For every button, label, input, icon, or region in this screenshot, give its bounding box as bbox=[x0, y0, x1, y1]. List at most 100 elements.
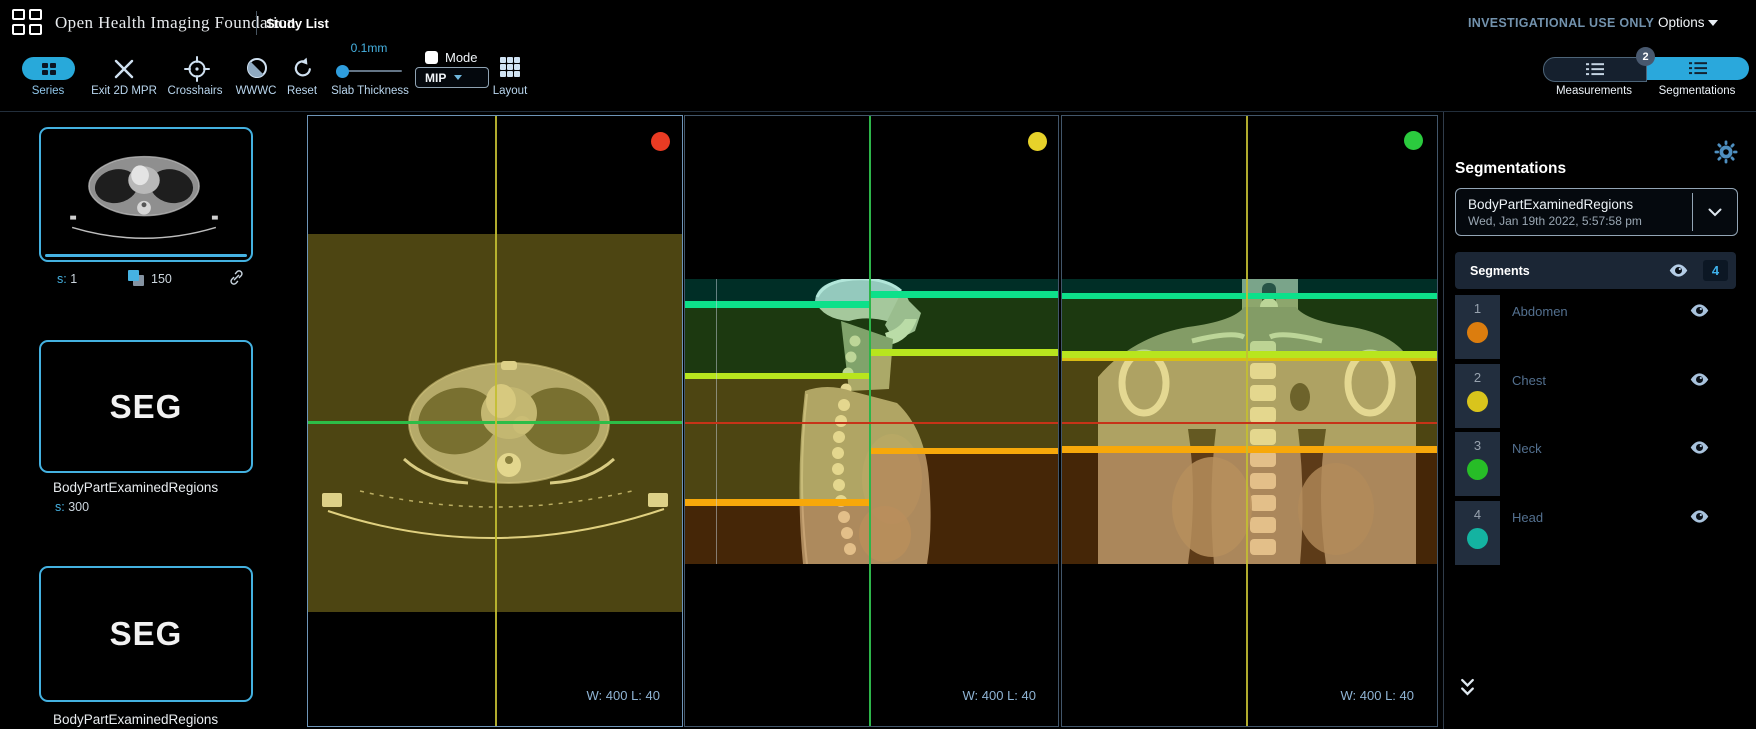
mip-dropdown[interactable]: MIP bbox=[415, 67, 489, 88]
list-icon bbox=[1689, 62, 1707, 75]
collapse-double-chevron-icon[interactable] bbox=[1459, 678, 1476, 697]
dropdown-chevron-button[interactable] bbox=[1693, 208, 1737, 217]
app-title: Open Health Imaging Foundation bbox=[55, 13, 296, 32]
segment-index: 4 bbox=[1473, 507, 1482, 522]
mip-value: MIP bbox=[425, 70, 447, 85]
segment-visibility-eye-icon[interactable] bbox=[1689, 509, 1710, 524]
toggle-all-visibility-eye-icon[interactable] bbox=[1668, 263, 1689, 278]
viewport-axial[interactable]: W: 400 L: 40 bbox=[307, 115, 683, 727]
instances-stack-icon bbox=[128, 270, 144, 286]
mode-checkbox[interactable] bbox=[425, 51, 438, 64]
abdomen-boundary-line bbox=[1062, 446, 1437, 453]
exit-mpr-icon[interactable] bbox=[113, 58, 135, 80]
chest-segment-overlay bbox=[1062, 361, 1437, 446]
exit-mpr-label: Exit 2D MPR bbox=[91, 85, 157, 97]
mip-caret-icon bbox=[454, 75, 463, 80]
layout-button[interactable] bbox=[500, 57, 520, 77]
neck-boundary-line bbox=[1062, 351, 1437, 358]
slab-thickness-slider-thumb[interactable] bbox=[336, 64, 349, 78]
wwwc-icon[interactable] bbox=[245, 56, 269, 80]
seg-modality-label: SEG bbox=[109, 615, 183, 652]
study-list-link[interactable]: Study List bbox=[266, 16, 329, 31]
instances-count: 150 bbox=[151, 272, 172, 286]
wwwc-label: WWWC bbox=[235, 85, 277, 97]
slab-thickness-label: Slab Thickness bbox=[331, 85, 409, 97]
segment-index: 3 bbox=[1473, 438, 1482, 453]
axial-orientation-marker bbox=[651, 132, 670, 151]
segment-color-swatch[interactable] bbox=[1467, 391, 1488, 412]
segment-visibility-eye-icon[interactable] bbox=[1689, 372, 1710, 387]
settings-gear-icon[interactable] bbox=[1714, 140, 1738, 164]
segment-color-swatch[interactable] bbox=[1467, 528, 1488, 549]
measurements-toggle-button[interactable] bbox=[1543, 57, 1647, 82]
coronal-crosshair-line[interactable] bbox=[869, 116, 871, 726]
sagittal-orientation-marker bbox=[1028, 132, 1047, 151]
study-browser-panel: s: 1 150 SEG BodyPartExaminedRegions s: … bbox=[0, 112, 306, 729]
axial-crosshair-line[interactable] bbox=[685, 422, 1058, 424]
crosshairs-label: Crosshairs bbox=[167, 85, 223, 97]
series-label: Series bbox=[31, 85, 65, 97]
segment-color-swatch[interactable] bbox=[1467, 322, 1488, 343]
mode-label: Mode bbox=[445, 50, 478, 65]
series-number: s: 300 bbox=[55, 500, 90, 514]
coronal-orientation-marker bbox=[1404, 131, 1423, 150]
segments-header: Segments 4 bbox=[1455, 252, 1736, 289]
link-icon[interactable] bbox=[228, 269, 245, 286]
slab-thickness-value: 0.1mm bbox=[350, 41, 388, 55]
viewport-coronal[interactable]: W: 400 L: 40 bbox=[1061, 115, 1438, 727]
toolbar: Series Exit 2D MPR Crosshairs WWWC Reset… bbox=[0, 41, 1756, 112]
segment-overlay-left bbox=[685, 116, 870, 726]
segment-color-swatch[interactable] bbox=[1467, 459, 1488, 480]
segmentations-count-badge: 2 bbox=[1636, 47, 1655, 66]
app-header: Open Health Imaging Foundation Study Lis… bbox=[0, 0, 1756, 45]
seg-description: BodyPartExaminedRegions bbox=[53, 712, 219, 727]
thumbnail-seg-2[interactable]: SEG bbox=[39, 566, 253, 702]
viewport-sagittal[interactable]: W: 400 L: 40 bbox=[684, 115, 1059, 727]
series-grid-icon bbox=[41, 62, 56, 75]
thumbnail-ct-series[interactable] bbox=[39, 127, 253, 262]
series-button[interactable] bbox=[22, 57, 75, 80]
chevron-down-icon bbox=[1708, 208, 1722, 216]
header-divider bbox=[256, 11, 257, 35]
series-number: s: 1 bbox=[57, 272, 78, 286]
segmentation-select-dropdown[interactable]: BodyPartExaminedRegions Wed, Jan 19th 20… bbox=[1455, 188, 1738, 236]
segmentation-panel: Segmentations BodyPartExaminedRegions We… bbox=[1443, 112, 1756, 729]
segment-name: Abdomen bbox=[1512, 304, 1568, 319]
segment-row-neck[interactable]: 3 Neck bbox=[1455, 432, 1736, 496]
segment-row-abdomen[interactable]: 1 Abdomen bbox=[1455, 295, 1736, 359]
neck-segment-overlay bbox=[1062, 299, 1437, 351]
reset-label: Reset bbox=[286, 85, 318, 97]
segments-title: Segments bbox=[1470, 263, 1530, 278]
segment-name: Neck bbox=[1512, 441, 1542, 456]
abdomen-segment-overlay bbox=[1062, 453, 1437, 564]
layout-label: Layout bbox=[492, 85, 528, 97]
thumbnail-progress-bar bbox=[45, 253, 247, 257]
segmentations-toggle-button[interactable] bbox=[1647, 57, 1749, 80]
ohif-logo-icon bbox=[12, 9, 42, 35]
sagittal-crosshair-line[interactable] bbox=[1246, 116, 1248, 726]
reset-icon[interactable] bbox=[291, 56, 315, 80]
segment-visibility-eye-icon[interactable] bbox=[1689, 440, 1710, 455]
options-button[interactable]: Options bbox=[1658, 15, 1705, 30]
axial-ct-thumbnail-image bbox=[70, 155, 218, 239]
segment-row-chest[interactable]: 2 Chest bbox=[1455, 364, 1736, 428]
segment-name: Head bbox=[1512, 510, 1544, 525]
panel-title: Segmentations bbox=[1455, 160, 1567, 177]
window-level-label: W: 400 L: 40 bbox=[962, 688, 1036, 703]
crosshairs-icon[interactable] bbox=[184, 56, 210, 82]
segmentation-date: Wed, Jan 19th 2022, 5:57:58 pm bbox=[1468, 213, 1642, 228]
ohif-viewer: Open Health Imaging Foundation Study Lis… bbox=[0, 0, 1756, 729]
axial-crosshair-line[interactable] bbox=[1062, 422, 1437, 424]
head-segment-overlay bbox=[1062, 279, 1437, 293]
segment-visibility-eye-icon[interactable] bbox=[1689, 303, 1710, 318]
sagittal-crosshair-line[interactable] bbox=[495, 116, 497, 726]
seg-modality-label: SEG bbox=[109, 387, 183, 425]
investigational-label: INVESTIGATIONAL USE ONLY bbox=[1468, 16, 1655, 30]
thumbnail-seg-1[interactable]: SEG bbox=[39, 340, 253, 473]
segment-row-head[interactable]: 4 Head bbox=[1455, 501, 1736, 565]
segmentations-label: Segmentations bbox=[1658, 85, 1736, 97]
segmentation-name: BodyPartExaminedRegions bbox=[1468, 196, 1634, 212]
options-caret-icon[interactable] bbox=[1708, 20, 1718, 26]
window-level-label: W: 400 L: 40 bbox=[1340, 688, 1414, 703]
seg-description: BodyPartExaminedRegions bbox=[53, 480, 219, 495]
